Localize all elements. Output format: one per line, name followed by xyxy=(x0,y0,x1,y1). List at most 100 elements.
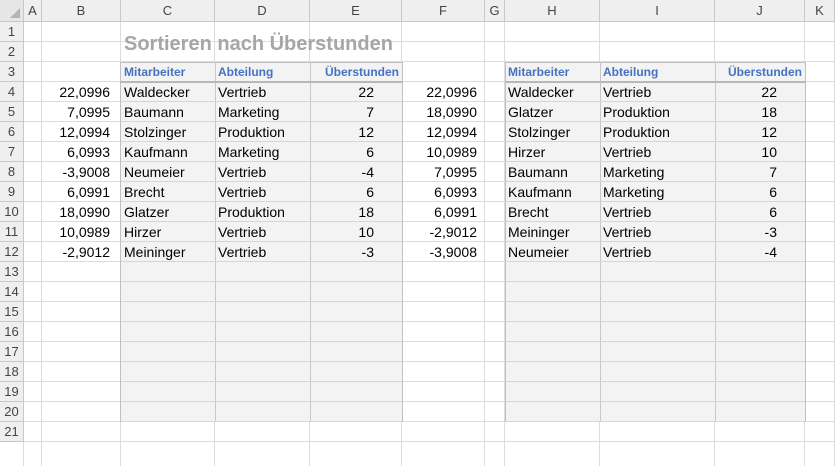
department[interactable]: Vertrieb xyxy=(215,222,310,242)
sorted-overtime-hours[interactable]: 6 xyxy=(715,182,805,202)
column-header-h[interactable]: H xyxy=(505,0,600,22)
row-header-18[interactable]: 18 xyxy=(0,362,24,382)
sorted-employee-name[interactable]: Hirzer xyxy=(505,142,600,162)
column-header-c[interactable]: C xyxy=(121,0,215,22)
department[interactable]: Vertrieb xyxy=(215,182,310,202)
row-header-8[interactable]: 8 xyxy=(0,162,24,182)
employee-name[interactable]: Baumann xyxy=(121,102,215,122)
department[interactable]: Vertrieb xyxy=(215,82,310,102)
sorted-overtime-hours[interactable]: 22 xyxy=(715,82,805,102)
row-header-6[interactable]: 6 xyxy=(0,122,24,142)
row-header-14[interactable]: 14 xyxy=(0,282,24,302)
row-header-3[interactable]: 3 xyxy=(0,62,24,82)
column-header-j[interactable]: J xyxy=(715,0,805,22)
row-header-5[interactable]: 5 xyxy=(0,102,24,122)
sorted-employee-name[interactable]: Baumann xyxy=(505,162,600,182)
helper-value-b[interactable]: 22,0996 xyxy=(42,82,121,102)
employee-name[interactable]: Kaufmann xyxy=(121,142,215,162)
overtime-hours[interactable]: -4 xyxy=(310,162,402,182)
helper-value-b[interactable]: 10,0989 xyxy=(42,222,121,242)
sorted-employee-name[interactable]: Brecht xyxy=(505,202,600,222)
sorted-overtime-hours[interactable]: 6 xyxy=(715,202,805,222)
helper-value-b[interactable]: -2,9012 xyxy=(42,242,121,262)
sorted-value-f[interactable]: 22,0996 xyxy=(402,82,485,102)
employee-name[interactable]: Brecht xyxy=(121,182,215,202)
column-header-d[interactable]: D xyxy=(215,0,310,22)
sorted-value-f[interactable]: 12,0994 xyxy=(402,122,485,142)
row-header-19[interactable]: 19 xyxy=(0,382,24,402)
row-header-4[interactable]: 4 xyxy=(0,82,24,102)
overtime-hours[interactable]: 7 xyxy=(310,102,402,122)
sorted-employee-name[interactable]: Glatzer xyxy=(505,102,600,122)
row-header-1[interactable]: 1 xyxy=(0,22,24,42)
sorted-overtime-hours[interactable]: -4 xyxy=(715,242,805,262)
sorted-value-f[interactable]: -2,9012 xyxy=(402,222,485,242)
row-header-10[interactable]: 10 xyxy=(0,202,24,222)
employee-name[interactable]: Glatzer xyxy=(121,202,215,222)
column-header-e[interactable]: E xyxy=(310,0,402,22)
employee-name[interactable]: Stolzinger xyxy=(121,122,215,142)
department[interactable]: Produktion xyxy=(215,122,310,142)
overtime-hours[interactable]: 22 xyxy=(310,82,402,102)
row-header-9[interactable]: 9 xyxy=(0,182,24,202)
column-header-f[interactable]: F xyxy=(402,0,485,22)
column-header-i[interactable]: I xyxy=(600,0,715,22)
row-header-21[interactable]: 21 xyxy=(0,422,24,442)
overtime-hours[interactable]: -3 xyxy=(310,242,402,262)
sorted-department[interactable]: Vertrieb xyxy=(600,82,715,102)
department[interactable]: Vertrieb xyxy=(215,162,310,182)
department[interactable]: Vertrieb xyxy=(215,242,310,262)
overtime-hours[interactable]: 18 xyxy=(310,202,402,222)
sorted-overtime-hours[interactable]: 7 xyxy=(715,162,805,182)
employee-name[interactable]: Neumeier xyxy=(121,162,215,182)
sorted-overtime-hours[interactable]: 12 xyxy=(715,122,805,142)
column-header-g[interactable]: G xyxy=(485,0,505,22)
column-header-a[interactable]: A xyxy=(24,0,42,22)
row-header-17[interactable]: 17 xyxy=(0,342,24,362)
sorted-value-f[interactable]: 6,0993 xyxy=(402,182,485,202)
row-header-13[interactable]: 13 xyxy=(0,262,24,282)
sorted-value-f[interactable]: 10,0989 xyxy=(402,142,485,162)
department[interactable]: Marketing xyxy=(215,102,310,122)
sorted-value-f[interactable]: 6,0991 xyxy=(402,202,485,222)
sorted-value-f[interactable]: 7,0995 xyxy=(402,162,485,182)
sorted-department[interactable]: Produktion xyxy=(600,102,715,122)
row-header-7[interactable]: 7 xyxy=(0,142,24,162)
row-header-20[interactable]: 20 xyxy=(0,402,24,422)
sorted-department[interactable]: Vertrieb xyxy=(600,222,715,242)
sorted-department[interactable]: Marketing xyxy=(600,182,715,202)
employee-name[interactable]: Meininger xyxy=(121,242,215,262)
helper-value-b[interactable]: -3,9008 xyxy=(42,162,121,182)
select-all-corner[interactable] xyxy=(0,0,24,22)
sorted-department[interactable]: Vertrieb xyxy=(600,242,715,262)
overtime-hours[interactable]: 6 xyxy=(310,182,402,202)
sorted-department[interactable]: Marketing xyxy=(600,162,715,182)
column-header-k[interactable]: K xyxy=(805,0,835,22)
helper-value-b[interactable]: 18,0990 xyxy=(42,202,121,222)
column-header-b[interactable]: B xyxy=(42,0,121,22)
row-header-12[interactable]: 12 xyxy=(0,242,24,262)
employee-name[interactable]: Hirzer xyxy=(121,222,215,242)
sorted-value-f[interactable]: 18,0990 xyxy=(402,102,485,122)
helper-value-b[interactable]: 12,0994 xyxy=(42,122,121,142)
sorted-employee-name[interactable]: Kaufmann xyxy=(505,182,600,202)
spreadsheet-grid[interactable]: A B C D E F G H I J K 1 2 3 4 5 6 7 8 9 10 11 12 13 14 15 16 17 18 19… xyxy=(0,0,835,466)
sorted-overtime-hours[interactable]: 18 xyxy=(715,102,805,122)
department[interactable]: Marketing xyxy=(215,142,310,162)
sorted-employee-name[interactable]: Neumeier xyxy=(505,242,600,262)
helper-value-b[interactable]: 6,0991 xyxy=(42,182,121,202)
sorted-employee-name[interactable]: Stolzinger xyxy=(505,122,600,142)
row-header-15[interactable]: 15 xyxy=(0,302,24,322)
sorted-department[interactable]: Produktion xyxy=(600,122,715,142)
helper-value-b[interactable]: 6,0993 xyxy=(42,142,121,162)
row-header-11[interactable]: 11 xyxy=(0,222,24,242)
sorted-employee-name[interactable]: Meininger xyxy=(505,222,600,242)
overtime-hours[interactable]: 10 xyxy=(310,222,402,242)
sorted-department[interactable]: Vertrieb xyxy=(600,202,715,222)
sorted-department[interactable]: Vertrieb xyxy=(600,142,715,162)
row-header-16[interactable]: 16 xyxy=(0,322,24,342)
row-header-2[interactable]: 2 xyxy=(0,42,24,62)
employee-name[interactable]: Waldecker xyxy=(121,82,215,102)
helper-value-b[interactable]: 7,0995 xyxy=(42,102,121,122)
overtime-hours[interactable]: 6 xyxy=(310,142,402,162)
